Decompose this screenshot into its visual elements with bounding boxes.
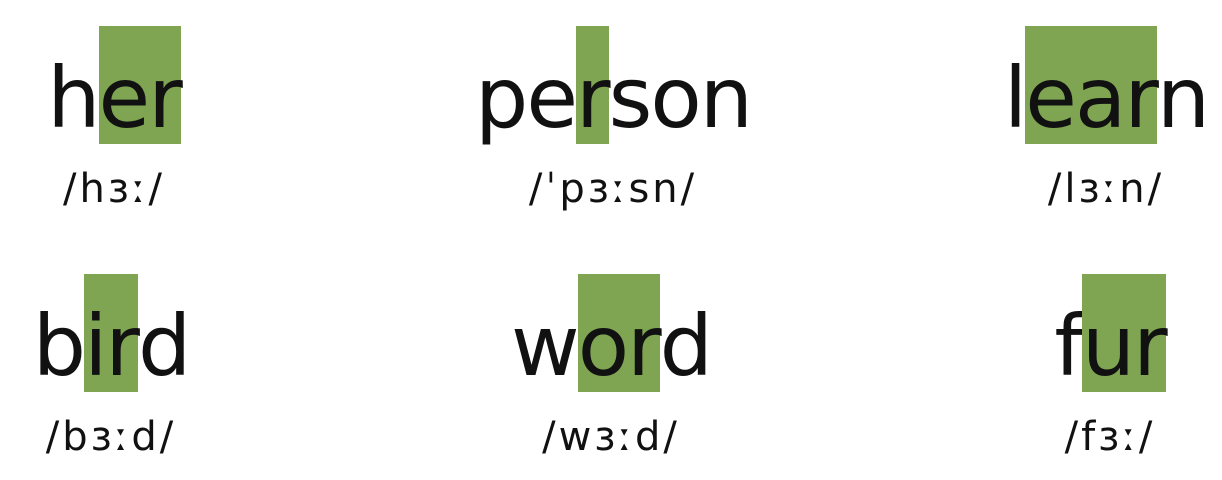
word-prefix: f [1054,297,1084,395]
word-her: h er [0,24,274,144]
word-card-fur: f ur /fɜː/ [950,266,1222,476]
highlighted-letters: ur [1081,274,1168,392]
word-prefix: b [32,297,86,395]
highlighted-letters: er [98,26,183,144]
word-person: pe r son [453,24,773,144]
phonetic-transcription: /ˈpɜːsn/ [528,166,698,212]
phonetic-transcription: /lɜːn/ [1047,166,1165,212]
word-card-word: w or d /wɜːd/ [451,266,771,476]
highlighted-letters: ir [84,274,140,392]
phonetic-transcription: /wɜːd/ [542,414,680,460]
word-word: w or d [451,272,771,392]
highlighted-letters: or [577,274,662,392]
highlighted-letters: r [576,26,611,144]
word-suffix: n [1156,49,1210,147]
word-suffix: son [608,49,753,147]
word-prefix: pe [475,49,578,147]
word-card-learn: l ear n /lɜːn/ [946,18,1222,228]
word-card-her: h er /hɜː/ [0,18,274,228]
word-suffix: d [659,297,713,395]
word-learn: l ear n [946,24,1222,144]
highlighted-letters: ear [1025,26,1159,144]
word-prefix: h [47,49,100,147]
word-card-bird: b ir d /bɜːd/ [0,266,271,476]
word-suffix: d [137,297,191,395]
word-fur: f ur [950,272,1222,392]
word-prefix: w [511,297,580,395]
phonetic-transcription: /fɜː/ [1064,414,1156,460]
word-prefix: l [1003,49,1027,147]
word-bird: b ir d [0,272,271,392]
phonetic-transcription: /hɜː/ [62,166,166,212]
word-card-person: pe r son /ˈpɜːsn/ [453,18,773,228]
phonetic-transcription: /bɜːd/ [45,414,177,460]
